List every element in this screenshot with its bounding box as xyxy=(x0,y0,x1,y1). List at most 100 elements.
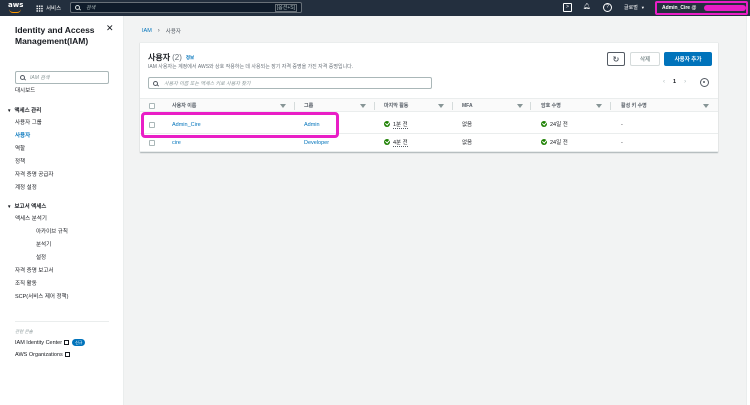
sort-icon[interactable] xyxy=(596,104,602,108)
sidebar-link-aws-organizations[interactable]: AWS Organizations xyxy=(15,352,70,359)
table-header: 사용자 이름 그룹 마지막 활동 MFA 암호 수명 활성 키 수명 xyxy=(140,98,718,112)
sidebar-item-access-analyzer[interactable]: 액세스 분석기 xyxy=(15,216,47,223)
sidebar-divider xyxy=(15,321,109,322)
panel-title-text: 사용자 xyxy=(148,53,171,62)
sort-icon[interactable] xyxy=(360,104,366,108)
pagination: ‹ 1 › xyxy=(655,79,694,85)
link-label: IAM Identity Center xyxy=(15,339,63,346)
sidebar-link-iam-identity-center[interactable]: IAM Identity Center 신규 xyxy=(15,339,86,347)
search-placeholder: 검색 xyxy=(86,5,96,11)
sort-icon[interactable] xyxy=(517,104,523,108)
check-circle-icon xyxy=(384,138,390,145)
column-header-last-activity[interactable]: 마지막 활동 xyxy=(384,99,408,113)
column-header-username[interactable]: 사용자 이름 xyxy=(172,99,196,113)
external-link-icon xyxy=(64,340,70,345)
password-age-value: 24일 전 xyxy=(550,140,568,146)
sidebar-item-dashboard[interactable]: 대시보드 xyxy=(15,88,35,95)
sidebar-item-analyzer-settings[interactable]: 설정 xyxy=(36,255,46,262)
caret-down-icon: ▼ xyxy=(7,204,12,209)
select-all-checkbox[interactable] xyxy=(149,103,155,109)
chevron-down-icon: ▼ xyxy=(640,5,645,10)
search-shortcut-hint: [옵션+S] xyxy=(274,4,297,12)
delete-button[interactable]: 삭제 xyxy=(630,52,660,66)
column-divider xyxy=(610,102,611,110)
section-label: 액세스 관리 xyxy=(14,108,42,114)
page-number[interactable]: 1 xyxy=(673,79,676,85)
chevron-right-icon: › xyxy=(157,28,160,34)
sidebar-item-archive-rules[interactable]: 아카이브 규칙 xyxy=(36,229,68,236)
column-header-password-age[interactable]: 암호 수명 xyxy=(541,99,561,113)
password-age-value: 24일 전 xyxy=(550,122,568,128)
aws-logo[interactable]: aws xyxy=(8,1,24,15)
row-checkbox[interactable] xyxy=(149,140,155,146)
account-menu[interactable]: Admin_Cire @ xyxy=(655,1,748,15)
bell-icon[interactable]: 🔔︎ xyxy=(582,3,591,12)
sidebar-item-policies[interactable]: 정책 xyxy=(15,159,25,166)
check-circle-icon xyxy=(541,138,547,145)
sort-icon[interactable] xyxy=(703,104,709,108)
refresh-button[interactable]: ↻ xyxy=(607,52,625,66)
last-activity-value: 1분 전 xyxy=(393,122,408,129)
column-divider xyxy=(530,102,531,110)
new-badge: 신규 xyxy=(72,339,86,346)
last-activity-cell: 4분 전 xyxy=(384,134,408,152)
key-age-cell: - xyxy=(621,122,623,128)
add-user-button[interactable]: 사용자 추가 xyxy=(664,52,712,66)
column-header-active-key-age[interactable]: 활성 키 수명 xyxy=(621,99,647,113)
services-label: 서비스 xyxy=(46,6,62,12)
column-header-mfa[interactable]: MFA xyxy=(462,99,473,113)
link-label: AWS Organizations xyxy=(15,352,63,358)
cloudshell-icon[interactable]: > xyxy=(563,3,572,12)
password-age-cell: 24일 전 xyxy=(541,134,568,152)
search-icon xyxy=(75,5,80,10)
sidebar-item-account-settings[interactable]: 계정 설정 xyxy=(15,185,37,192)
external-link-icon xyxy=(64,352,70,358)
breadcrumb-iam-link[interactable]: IAM xyxy=(142,28,152,34)
sidebar-item-identity-providers[interactable]: 자격 증명 공급자 xyxy=(15,172,53,179)
sidebar-section-access-management[interactable]: ▼ 액세스 관리 xyxy=(7,107,41,115)
sidebar-item-credential-report[interactable]: 자격 증명 보고서 xyxy=(15,268,53,275)
user-search-placeholder: 사용자 이름 또는 액세스 키로 사용자 찾기 xyxy=(164,80,251,87)
sidebar-search-placeholder: IAM 검색 xyxy=(30,75,50,81)
sidebar-section-access-reports[interactable]: ▼ 보고서 액세스 xyxy=(7,203,46,211)
search-icon xyxy=(20,75,25,80)
redaction-mark xyxy=(704,5,746,11)
caret-down-icon: ▼ xyxy=(7,108,12,113)
section-label: 보고서 액세스 xyxy=(14,204,47,210)
last-activity-value: 4분 전 xyxy=(393,140,408,147)
sort-icon[interactable] xyxy=(280,104,286,108)
user-search-input[interactable]: 사용자 이름 또는 액세스 키로 사용자 찾기 xyxy=(148,77,432,89)
search-icon xyxy=(153,80,158,86)
sidebar-search-input[interactable]: IAM 검색 xyxy=(15,71,109,84)
sort-icon[interactable] xyxy=(438,104,444,108)
sidebar: Identity and Access Management(IAM) ✕ IA… xyxy=(0,16,124,405)
sidebar-item-users[interactable]: 사용자 xyxy=(15,133,30,140)
help-icon[interactable]: ? xyxy=(603,3,612,12)
aws-smile-icon xyxy=(9,9,21,13)
column-divider xyxy=(452,102,453,110)
sidebar-item-organization-activity[interactable]: 조직 활동 xyxy=(15,281,37,288)
column-divider xyxy=(374,102,375,110)
sidebar-item-analyzers[interactable]: 분석기 xyxy=(36,242,51,249)
close-icon[interactable]: ✕ xyxy=(106,24,114,33)
grid-icon xyxy=(36,4,43,12)
sidebar-item-scp[interactable]: SCP(서비스 제어 정책) xyxy=(15,294,68,301)
sidebar-item-roles[interactable]: 역할 xyxy=(15,146,25,153)
info-link[interactable]: 정보 xyxy=(186,55,194,60)
column-divider xyxy=(294,102,295,110)
password-age-cell: 24일 전 xyxy=(541,116,568,134)
chevron-left-icon[interactable]: ‹ xyxy=(663,79,665,85)
check-circle-icon xyxy=(541,120,547,127)
breadcrumb-current: 사용자 xyxy=(165,29,181,35)
services-menu-button[interactable]: 서비스 xyxy=(36,0,61,16)
chevron-right-icon[interactable]: › xyxy=(684,79,686,85)
column-header-groups[interactable]: 그룹 xyxy=(304,99,313,113)
region-selector[interactable]: 글로벌 ▼ xyxy=(624,0,645,16)
mfa-cell: 없음 xyxy=(462,122,473,128)
mfa-cell: 없음 xyxy=(462,140,473,146)
user-count: (2) xyxy=(172,53,182,62)
panel-description: IAM 사용자는 계정에서 AWS와 상호 작용하는 데 사용되는 장기 자격 … xyxy=(148,64,354,70)
sidebar-item-user-groups[interactable]: 사용자 그룹 xyxy=(15,120,42,127)
gear-icon[interactable] xyxy=(700,78,709,87)
global-search-input[interactable]: 검색 [옵션+S] xyxy=(70,2,302,13)
